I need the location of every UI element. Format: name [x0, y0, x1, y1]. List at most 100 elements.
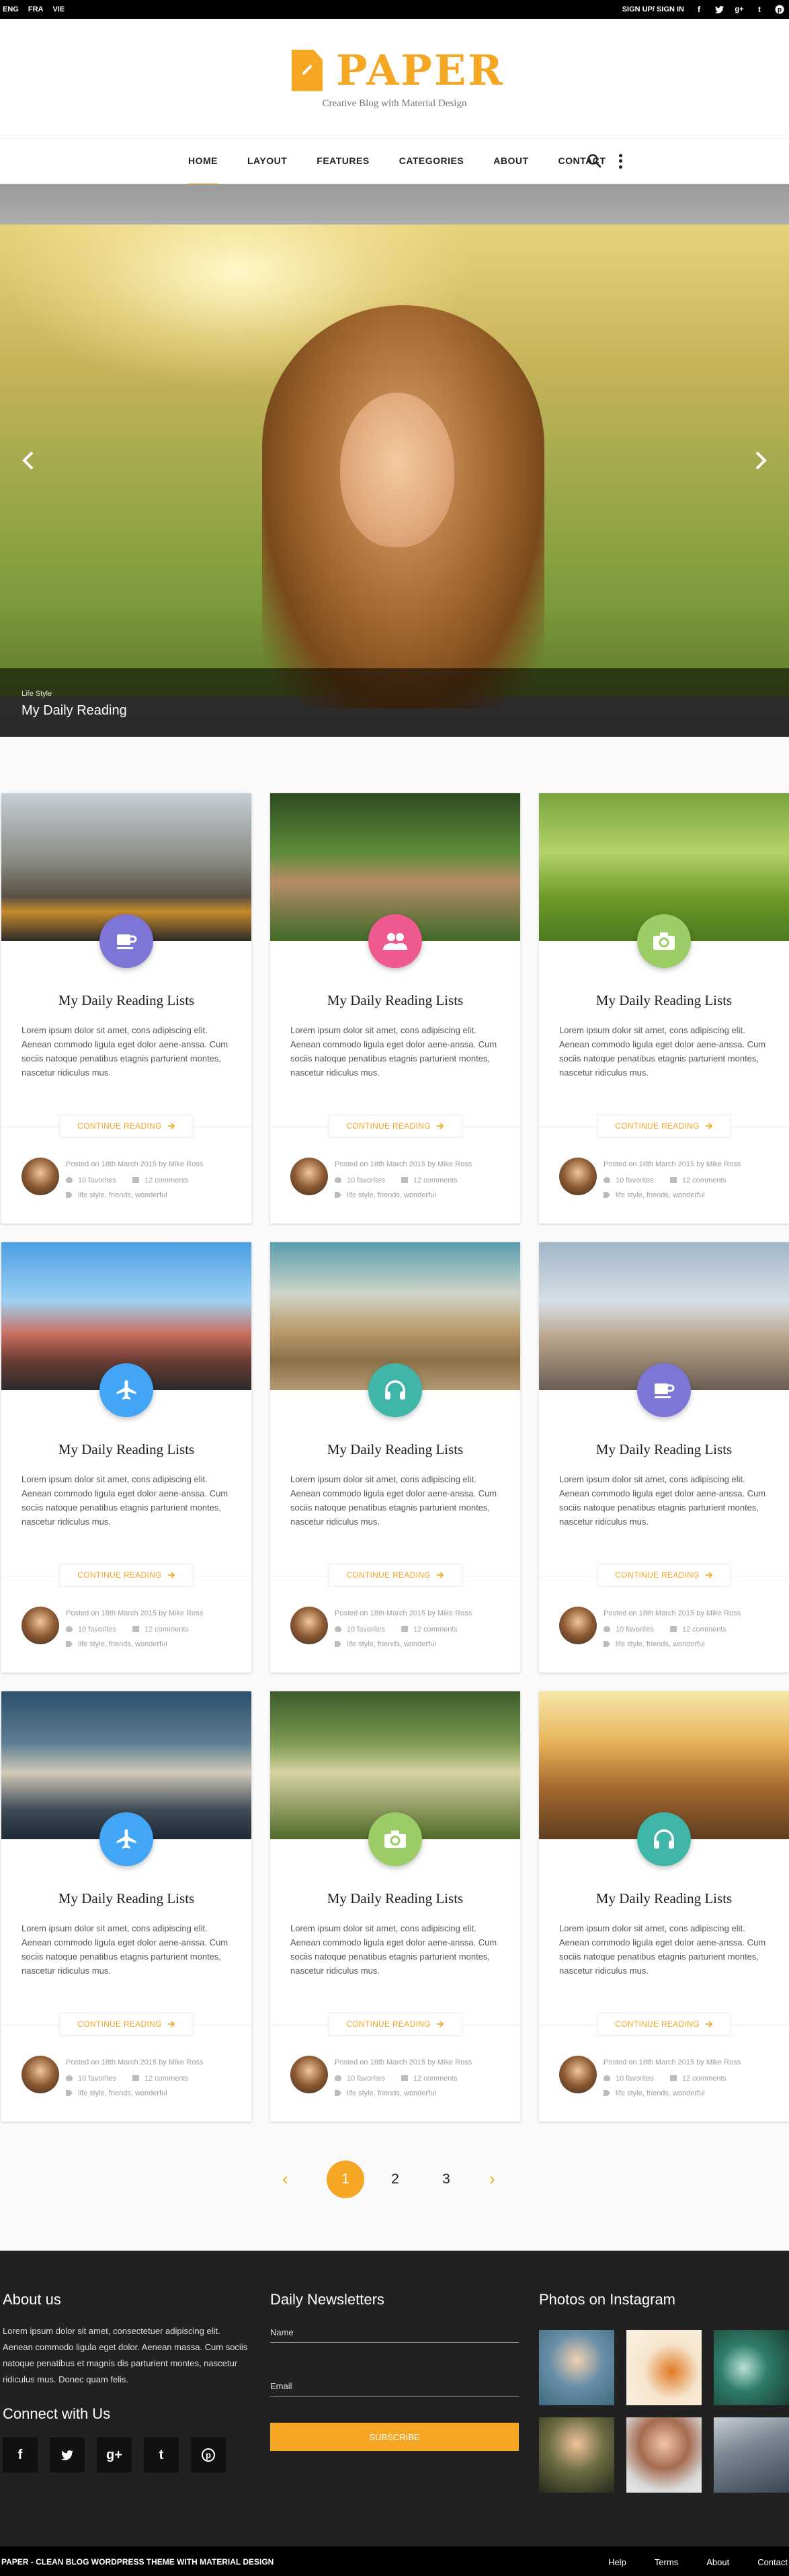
language-fra[interactable]: FRA: [28, 5, 44, 13]
avatar[interactable]: [22, 2056, 59, 2093]
post-tags[interactable]: life style, friends, wonderful: [66, 2089, 167, 2097]
favorites-count[interactable]: 10 favorites: [604, 2075, 654, 2083]
favorites-count[interactable]: 10 favorites: [335, 1176, 385, 1184]
favorites-count[interactable]: 10 favorites: [604, 1176, 654, 1184]
slider-prev-arrow-icon[interactable]: [19, 450, 39, 471]
post-title[interactable]: My Daily Reading Lists: [1, 1890, 251, 1907]
avatar[interactable]: [22, 1158, 59, 1195]
continue-reading-button[interactable]: CONTINUE READING: [328, 1115, 462, 1137]
airplane-icon[interactable]: [99, 1812, 153, 1866]
avatar[interactable]: [559, 1158, 597, 1195]
avatar[interactable]: [22, 1607, 59, 1644]
camera-icon[interactable]: [368, 1812, 422, 1866]
post-tags[interactable]: life style, friends, wonderful: [66, 1640, 167, 1648]
slide-image[interactable]: Life Style My Daily Reading: [0, 225, 789, 737]
post-tags[interactable]: life style, friends, wonderful: [604, 1191, 705, 1199]
comments-count[interactable]: 12 comments: [401, 1625, 458, 1634]
avatar[interactable]: [290, 1607, 328, 1644]
comments-count[interactable]: 12 comments: [401, 2075, 458, 2083]
tumblr-icon[interactable]: t: [144, 2438, 179, 2472]
comments-count[interactable]: 12 comments: [669, 2075, 726, 2083]
post-tags[interactable]: life style, friends, wonderful: [604, 2089, 705, 2097]
comments-count[interactable]: 12 comments: [669, 1625, 726, 1634]
post-tags[interactable]: life style, friends, wonderful: [335, 2089, 436, 2097]
continue-reading-button[interactable]: CONTINUE READING: [597, 1564, 731, 1586]
favorites-count[interactable]: 10 favorites: [604, 1625, 654, 1634]
post-tags[interactable]: life style, friends, wonderful: [335, 1191, 436, 1199]
favorites-count[interactable]: 10 favorites: [335, 2075, 385, 2083]
nav-item-features[interactable]: FEATURES: [302, 155, 384, 166]
post-title[interactable]: My Daily Reading Lists: [1, 992, 251, 1009]
google-plus-icon[interactable]: g+: [734, 4, 745, 15]
pagination-page-2[interactable]: 2: [376, 2161, 414, 2198]
post-tags[interactable]: life style, friends, wonderful: [604, 1640, 705, 1648]
pagination-next-icon[interactable]: ›: [489, 2169, 495, 2189]
name-field[interactable]: Name: [270, 2327, 294, 2337]
instagram-photo[interactable]: [714, 2330, 789, 2405]
slider-next-arrow-icon[interactable]: [750, 450, 770, 471]
continue-reading-button[interactable]: CONTINUE READING: [59, 1564, 194, 1586]
post-tags[interactable]: life style, friends, wonderful: [335, 1640, 436, 1648]
instagram-photo[interactable]: [626, 2417, 702, 2493]
camera-icon[interactable]: [637, 914, 691, 968]
pagination-prev-icon[interactable]: ‹: [282, 2169, 288, 2189]
twitter-icon[interactable]: [50, 2438, 85, 2472]
post-title[interactable]: My Daily Reading Lists: [270, 1890, 520, 1907]
pinterest-icon[interactable]: p: [191, 2438, 226, 2472]
coffee-icon[interactable]: [99, 914, 153, 968]
avatar[interactable]: [290, 2056, 328, 2093]
continue-reading-button[interactable]: CONTINUE READING: [328, 1564, 462, 1586]
google-plus-icon[interactable]: g+: [97, 2438, 132, 2472]
pagination-page-1[interactable]: 1: [327, 2161, 364, 2198]
instagram-photo[interactable]: [626, 2330, 702, 2405]
nav-item-layout[interactable]: LAYOUT: [233, 155, 302, 166]
nav-item-home[interactable]: HOME: [173, 155, 233, 186]
avatar[interactable]: [290, 1158, 328, 1195]
comments-count[interactable]: 12 comments: [132, 2075, 189, 2083]
comments-count[interactable]: 12 comments: [401, 1176, 458, 1184]
language-vie[interactable]: VIE: [52, 5, 65, 13]
continue-reading-button[interactable]: CONTINUE READING: [597, 1115, 731, 1137]
language-eng[interactable]: ENG: [3, 5, 19, 13]
pagination-page-3[interactable]: 3: [427, 2161, 465, 2198]
people-icon[interactable]: [368, 914, 422, 968]
favorites-count[interactable]: 10 favorites: [66, 1625, 116, 1634]
nav-item-about[interactable]: ABOUT: [479, 155, 543, 166]
nav-item-contact[interactable]: CONTACT: [544, 155, 621, 166]
continue-reading-button[interactable]: CONTINUE READING: [597, 2013, 731, 2036]
footer-link-help[interactable]: Help: [608, 2557, 626, 2567]
post-tags[interactable]: life style, friends, wonderful: [66, 1191, 167, 1199]
nav-item-categories[interactable]: CATEGORIES: [384, 155, 479, 166]
comments-count[interactable]: 12 comments: [132, 1176, 189, 1184]
headphones-icon[interactable]: [368, 1363, 422, 1417]
facebook-icon[interactable]: f: [3, 2438, 38, 2472]
avatar[interactable]: [559, 2056, 597, 2093]
comments-count[interactable]: 12 comments: [132, 1625, 189, 1634]
tumblr-icon[interactable]: t: [754, 4, 765, 15]
instagram-photo[interactable]: [539, 2330, 614, 2405]
footer-link-contact[interactable]: Contact: [757, 2557, 788, 2567]
facebook-icon[interactable]: f: [694, 4, 704, 15]
slide-category[interactable]: Life Style: [22, 690, 52, 698]
post-title[interactable]: My Daily Reading Lists: [270, 1441, 520, 1458]
favorites-count[interactable]: 10 favorites: [335, 1625, 385, 1634]
slide-title[interactable]: My Daily Reading: [22, 703, 127, 719]
email-field[interactable]: Email: [270, 2381, 292, 2391]
footer-link-about[interactable]: About: [706, 2557, 729, 2567]
site-logo[interactable]: PAPER: [292, 46, 505, 95]
continue-reading-button[interactable]: CONTINUE READING: [328, 2013, 462, 2036]
avatar[interactable]: [559, 1607, 597, 1644]
pinterest-icon[interactable]: p: [774, 4, 785, 15]
continue-reading-button[interactable]: CONTINUE READING: [59, 1115, 194, 1137]
post-title[interactable]: My Daily Reading Lists: [270, 992, 520, 1009]
footer-link-terms[interactable]: Terms: [655, 2557, 678, 2567]
comments-count[interactable]: 12 comments: [669, 1176, 726, 1184]
coffee-icon[interactable]: [637, 1363, 691, 1417]
post-title[interactable]: My Daily Reading Lists: [1, 1441, 251, 1458]
more-options-icon[interactable]: [617, 153, 624, 170]
post-title[interactable]: My Daily Reading Lists: [539, 992, 789, 1009]
search-icon[interactable]: [586, 153, 602, 169]
sign-in-link[interactable]: SIGN UP/ SIGN IN: [622, 5, 684, 13]
headphones-icon[interactable]: [637, 1812, 691, 1866]
instagram-photo[interactable]: [539, 2417, 614, 2493]
